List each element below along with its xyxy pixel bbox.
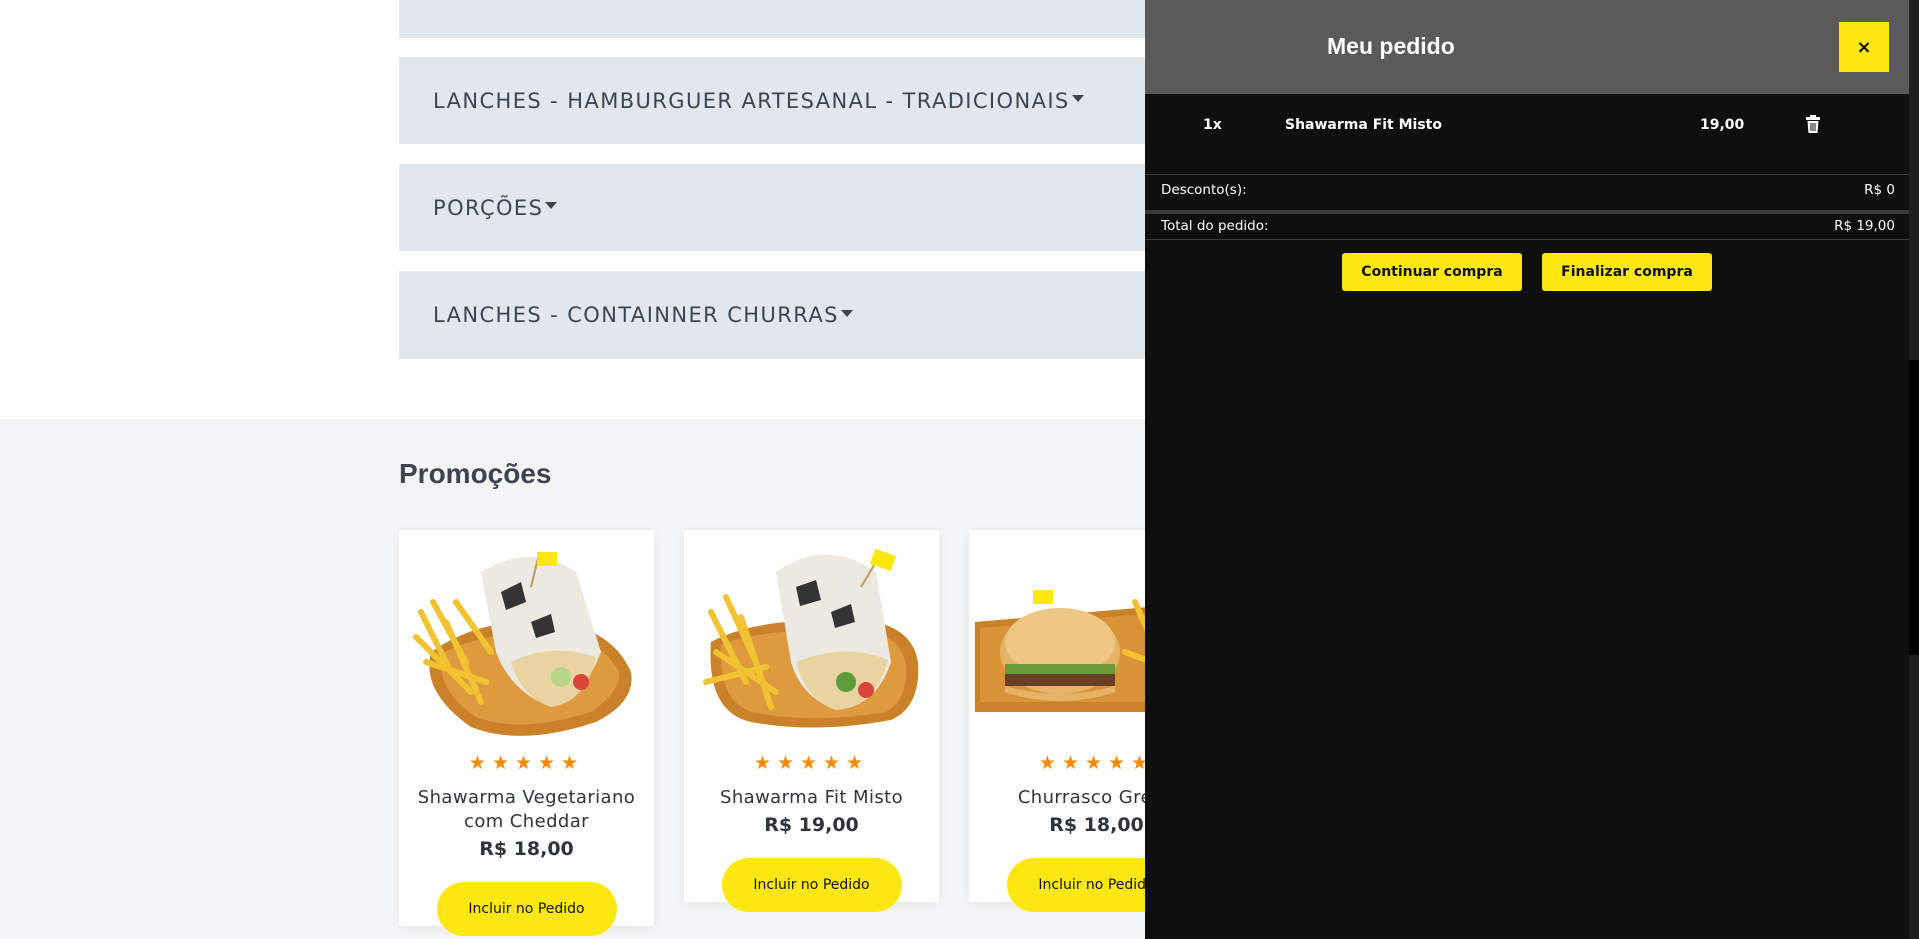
total-value: R$ 19,00	[1834, 218, 1895, 234]
total-line: Total do pedido: R$ 19,00	[1145, 214, 1909, 240]
product-name: Shawarma Vegetariano com Cheddar	[417, 787, 636, 832]
discount-value: R$ 0	[1864, 182, 1895, 198]
category-label: PORÇÕES	[433, 195, 544, 220]
app: LANCHES - HAMBURGUER ARTESANAL - TRADICI…	[0, 0, 1919, 939]
drawer-title: Meu pedido	[1327, 33, 1455, 59]
order-drawer: Meu pedido × 1x Shawarma Fit Misto 19,00…	[1145, 0, 1909, 939]
category-label: LANCHES - CONTAINNER CHURRAS	[433, 303, 839, 327]
product-name: Shawarma Fit Misto	[720, 787, 903, 808]
continue-shopping-button[interactable]: Continuar compra	[1342, 253, 1522, 291]
rating-stars: ★★★★★	[753, 753, 870, 774]
add-to-order-button[interactable]: Incluir no Pedido	[436, 882, 617, 936]
scrollbar-thumb[interactable]	[1909, 360, 1919, 655]
category-label: LANCHES - HAMBURGUER ARTESANAL - TRADICI…	[433, 88, 1070, 113]
caret-down-icon	[1071, 95, 1084, 102]
checkout-button[interactable]: Finalizar compra	[1542, 253, 1712, 291]
product-card: ★★★★★ Shawarma Fit Misto R$ 19,00 Inclui…	[684, 530, 939, 912]
product-price: R$ 19,00	[764, 814, 859, 836]
trash-icon[interactable]	[1806, 115, 1820, 133]
order-item-quantity: 1x	[1203, 117, 1222, 133]
scrollbar-track	[1909, 0, 1919, 360]
caret-down-icon	[840, 309, 853, 317]
rating-stars: ★★★★★	[468, 753, 585, 774]
caret-down-icon	[545, 202, 558, 209]
order-item-name: Shawarma Fit Misto	[1285, 117, 1442, 133]
order-item-price: 19,00	[1700, 117, 1745, 133]
page-scrollbar[interactable]	[1909, 0, 1919, 939]
close-icon: ×	[1856, 36, 1872, 58]
drawer-header: Meu pedido ×	[1145, 0, 1909, 94]
product-card: ★★★★★ Shawarma Vegetariano com Cheddar R…	[399, 530, 654, 936]
close-drawer-button[interactable]: ×	[1839, 22, 1889, 72]
add-to-order-button[interactable]: Incluir no Pedido	[721, 858, 902, 912]
order-item-row: 1x Shawarma Fit Misto 19,00	[1145, 94, 1909, 175]
discount-line: Desconto(s): R$ 0	[1145, 174, 1909, 214]
scrollbar-track	[1909, 655, 1919, 939]
total-label: Total do pedido:	[1161, 218, 1269, 234]
promotions-title: Promoções	[399, 458, 552, 489]
wrap-with-fries-image	[703, 548, 919, 728]
discount-label: Desconto(s):	[1161, 182, 1247, 198]
product-price: R$ 18,00	[479, 838, 574, 860]
wrap-with-fries-image	[413, 552, 632, 736]
